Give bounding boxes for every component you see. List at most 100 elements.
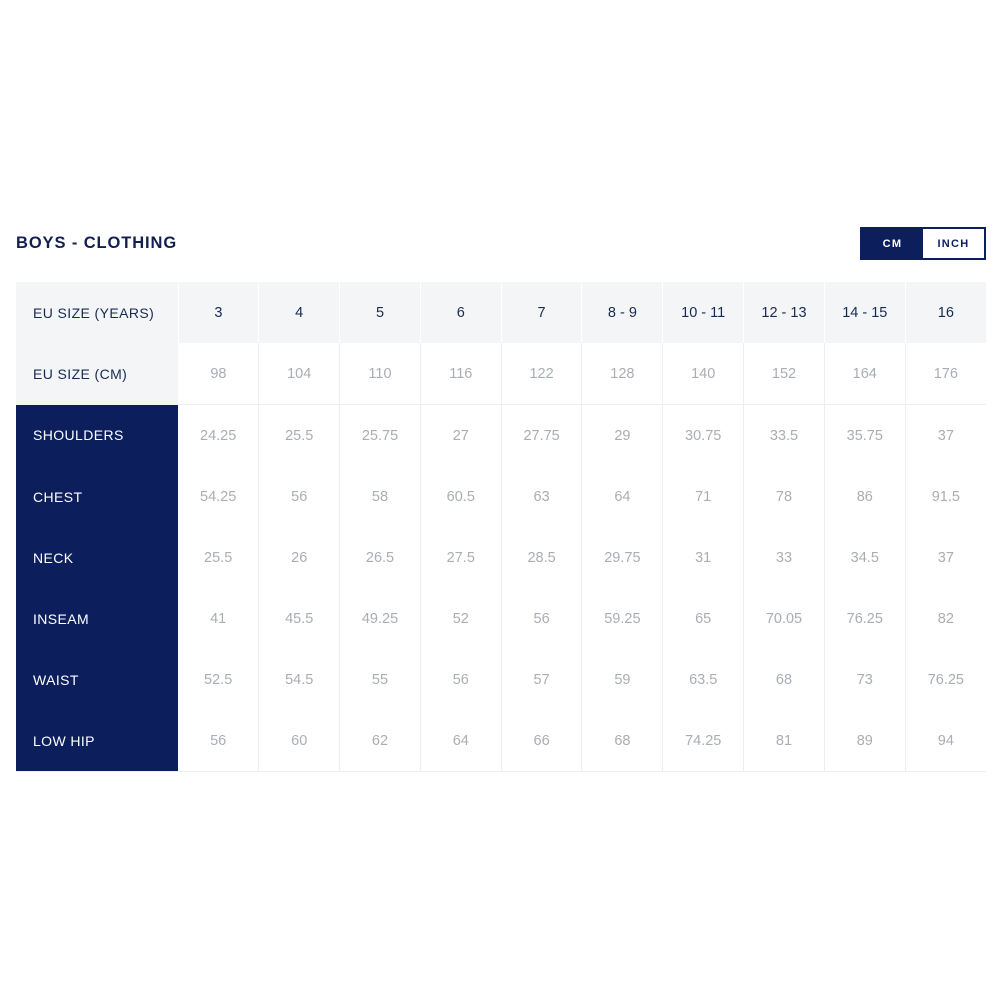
header-cell-years: 14 - 15 [824,282,906,343]
table-cell: 45.5 [258,588,341,649]
header-cell-cm: 104 [258,343,341,405]
table-cell: 25.5 [178,527,260,588]
table-cell: 37 [905,404,986,466]
table-cell: 49.25 [339,588,421,649]
header-label-eu-size-years: EU SIZE (YEARS) [16,282,179,343]
table-header-row-cm: EU SIZE (CM) 98 104 110 116 122 128 140 … [16,343,986,405]
table-cell: 55 [339,649,421,710]
table-cell: 70.05 [743,588,825,649]
table-cell: 76.25 [824,588,906,649]
header-cell-years: 6 [420,282,502,343]
header-cell-years: 16 [905,282,986,343]
header-cell-cm: 140 [662,343,745,405]
row-label-neck: NECK [16,527,178,588]
table-row: LOW HIP 56 60 62 64 66 68 74.25 81 89 94 [16,710,986,772]
header-cell-cm: 164 [824,343,906,405]
table-row: NECK 25.5 26 26.5 27.5 28.5 29.75 31 33 … [16,527,986,588]
table-cell: 27 [420,404,502,466]
header-cell-cm: 116 [420,343,502,405]
table-cell: 28.5 [501,527,583,588]
table-cell: 56 [420,649,502,710]
table-cell: 71 [662,466,745,527]
table-cell: 35.75 [824,404,906,466]
table-cell: 63 [501,466,583,527]
header-cell-cm: 122 [501,343,583,405]
table-cell: 31 [662,527,745,588]
table-cell: 29 [581,404,664,466]
table-cell: 68 [743,649,825,710]
table-cell: 63.5 [662,649,745,710]
header-cell-cm: 152 [743,343,825,405]
table-cell: 91.5 [905,466,986,527]
table-cell: 26 [258,527,341,588]
table-cell: 89 [824,710,906,772]
table-cell: 26.5 [339,527,421,588]
table-header-row-years: EU SIZE (YEARS) 3 4 5 6 7 8 - 9 10 - 11 … [16,282,986,343]
table-cell: 64 [581,466,664,527]
row-label-waist: WAIST [16,649,178,710]
table-row: CHEST 54.25 56 58 60.5 63 64 71 78 86 91… [16,466,986,527]
table-cell: 81 [743,710,825,772]
header-label-eu-size-cm: EU SIZE (CM) [16,343,179,405]
table-cell: 29.75 [581,527,664,588]
header-cell-years: 8 - 9 [581,282,664,343]
table-cell: 37 [905,527,986,588]
chart-header: BOYS - CLOTHING CM INCH [16,222,986,266]
table-cell: 25.75 [339,404,421,466]
table-row: SHOULDERS 24.25 25.5 25.75 27 27.75 29 3… [16,404,986,466]
row-label-low-hip: LOW HIP [16,710,178,772]
header-cell-years: 5 [339,282,421,343]
table-cell: 62 [339,710,421,772]
table-cell: 82 [905,588,986,649]
unit-option-inch[interactable]: INCH [923,229,984,258]
table-cell: 59 [581,649,664,710]
table-cell: 56 [501,588,583,649]
header-cell-cm: 110 [339,343,421,405]
table-cell: 74.25 [662,710,745,772]
table-cell: 76.25 [905,649,986,710]
row-label-shoulders: SHOULDERS [16,404,178,466]
table-cell: 54.5 [258,649,341,710]
header-cell-years: 10 - 11 [662,282,745,343]
row-label-chest: CHEST [16,466,178,527]
table-cell: 60 [258,710,341,772]
table-cell: 41 [178,588,260,649]
table-cell: 52 [420,588,502,649]
table-cell: 52.5 [178,649,260,710]
table-row: WAIST 52.5 54.5 55 56 57 59 63.5 68 73 7… [16,649,986,710]
header-cell-years: 7 [501,282,583,343]
table-row: INSEAM 41 45.5 49.25 52 56 59.25 65 70.0… [16,588,986,649]
header-cell-cm: 176 [905,343,986,405]
table-cell: 65 [662,588,745,649]
table-cell: 59.25 [581,588,664,649]
table-cell: 94 [905,710,986,772]
size-chart-page: BOYS - CLOTHING CM INCH EU SIZE (YEARS) … [0,0,1000,1000]
table-cell: 33 [743,527,825,588]
table-cell: 34.5 [824,527,906,588]
table-cell: 27.75 [501,404,583,466]
table-cell: 73 [824,649,906,710]
header-cell-years: 12 - 13 [743,282,825,343]
table-cell: 86 [824,466,906,527]
table-cell: 33.5 [743,404,825,466]
table-cell: 56 [258,466,341,527]
header-cell-years: 4 [258,282,341,343]
header-cell-cm: 128 [581,343,664,405]
table-cell: 66 [501,710,583,772]
table-cell: 25.5 [258,404,341,466]
table-cell: 60.5 [420,466,502,527]
unit-toggle[interactable]: CM INCH [860,227,986,260]
table-cell: 30.75 [662,404,745,466]
table-cell: 54.25 [178,466,260,527]
size-chart-table: EU SIZE (YEARS) 3 4 5 6 7 8 - 9 10 - 11 … [16,282,986,772]
table-cell: 68 [581,710,664,772]
table-cell: 56 [178,710,260,772]
header-cell-years: 3 [178,282,260,343]
unit-option-cm[interactable]: CM [862,229,923,258]
table-cell: 64 [420,710,502,772]
page-title: BOYS - CLOTHING [16,234,178,252]
row-label-inseam: INSEAM [16,588,178,649]
table-cell: 57 [501,649,583,710]
table-cell: 24.25 [178,404,260,466]
table-cell: 58 [339,466,421,527]
